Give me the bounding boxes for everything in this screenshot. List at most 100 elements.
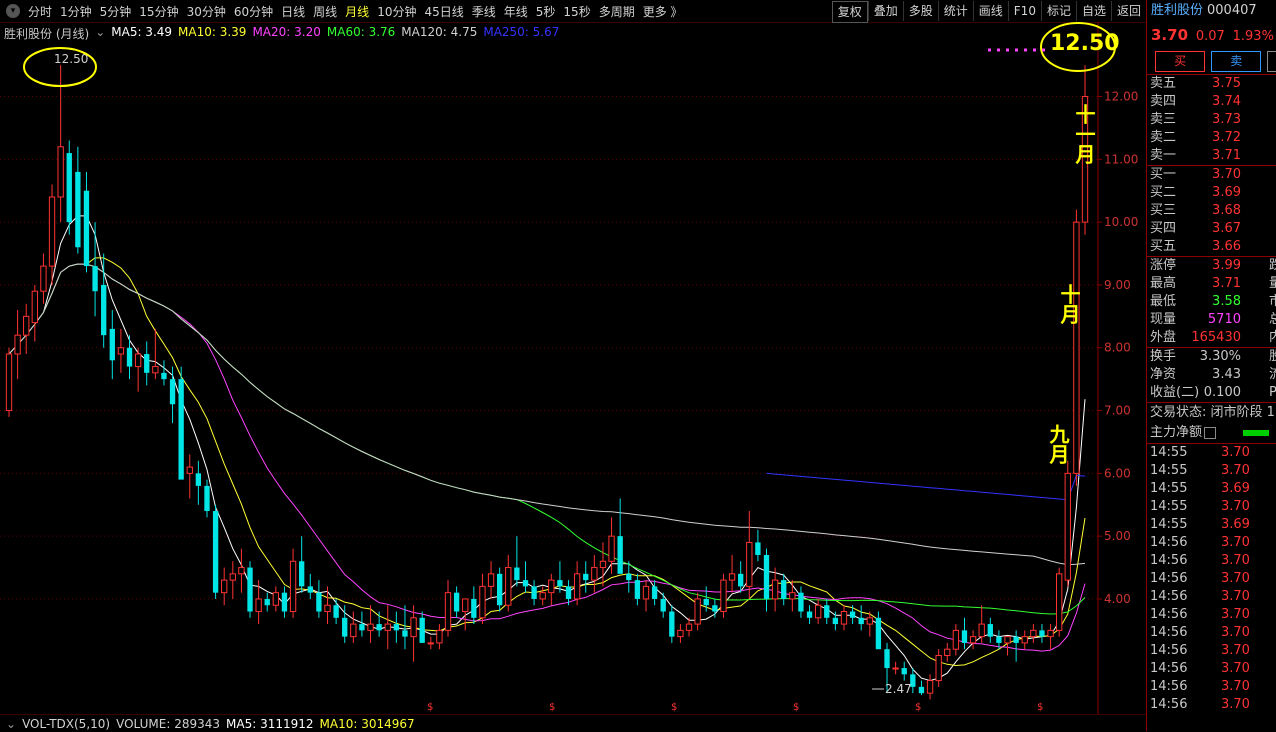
price-tick-label: 5.00 (1104, 529, 1131, 543)
stat-row: 最低 3.58 市 (1147, 293, 1276, 311)
toolbar-right-buttons: 复权 叠加 多股 统计 画线 F10 标记 自选 返回 (831, 0, 1146, 23)
candle (281, 586, 288, 618)
candle-body (565, 586, 572, 599)
tab-period[interactable]: 季线 (468, 3, 500, 20)
candle (514, 536, 520, 587)
candle (419, 611, 425, 643)
candle (57, 65, 64, 223)
candle (849, 605, 856, 625)
toolbar-button[interactable]: 叠加 (867, 1, 903, 21)
s-marker: $ (915, 702, 921, 713)
tab-period[interactable]: 30分钟 (183, 3, 230, 20)
period-toolbar: ▾ 分时 1分钟 5分钟 15分钟 30分钟 60分钟 日线 周线 月线 10分钟 45日线 季线 年线… (0, 0, 1146, 23)
candle (952, 624, 960, 656)
tab-period[interactable]: 10分钟 (373, 3, 420, 20)
orderbook-row[interactable]: 买五 3.66 (1147, 238, 1276, 256)
netflow-menu-icon[interactable] (1204, 426, 1217, 439)
candle-body (229, 573, 236, 581)
orderbook-row[interactable]: 卖三 3.73 (1147, 111, 1276, 129)
tab-period[interactable]: 多周期 (595, 3, 639, 20)
tab-period[interactable]: 60分钟 (230, 3, 277, 20)
orderbook-price: 3.73 (1212, 112, 1241, 127)
stat-row: 换手 3.30% 股 (1147, 348, 1276, 366)
stat-label: 净资 (1150, 367, 1177, 382)
candle-body (978, 623, 985, 638)
candle-body (771, 579, 779, 600)
candle (798, 586, 804, 618)
candle-body (1073, 221, 1080, 474)
candle (247, 561, 253, 618)
orderbook-row[interactable]: 卖四 3.74 (1147, 93, 1276, 111)
tab-period[interactable]: 5秒 (532, 3, 560, 20)
candle-body (471, 598, 477, 618)
tab-period[interactable]: 1分钟 (56, 3, 96, 20)
candle (109, 310, 115, 380)
tab-period[interactable]: 分时 (24, 3, 56, 20)
candle-body (832, 617, 839, 625)
settings-icon[interactable]: ▾ (6, 4, 20, 18)
candle (969, 630, 977, 650)
candle-body (342, 617, 348, 637)
toolbar-button[interactable]: 标记 (1040, 1, 1076, 21)
candle (531, 580, 537, 606)
orderbook-row[interactable]: 买一 3.70 (1147, 166, 1276, 184)
candle-body (1013, 636, 1019, 643)
stat-label: 外盘 (1150, 330, 1177, 345)
candle (858, 605, 864, 631)
orderbook-row[interactable]: 卖五 3.75 (1147, 75, 1276, 93)
tab-period[interactable]: 15分钟 (135, 3, 182, 20)
quote-title: 胜利股份 000407 (1147, 0, 1276, 22)
candle-body (617, 536, 623, 574)
orderbook-row[interactable]: 卖一 3.71 (1147, 147, 1276, 165)
tick-list[interactable]: 14:55 3.70 14:55 3.70 14:55 3.69 14:55 3.70 14:5… (1147, 444, 1276, 714)
toolbar-button[interactable]: 返回 (1110, 1, 1146, 21)
toolbar-button[interactable]: 多股 (902, 1, 938, 21)
candle-body (763, 554, 770, 599)
candle (634, 573, 641, 606)
bid-list: 买一 3.70 买二 3.69 买三 3.68 买四 3.67 买五 3.66 (1147, 166, 1276, 256)
orderbook-row[interactable]: 买三 3.68 (1147, 202, 1276, 220)
volume-collapse-icon[interactable]: ⌄ (6, 717, 16, 731)
tick-row: 14:56 3.70 (1147, 678, 1276, 696)
netflow-bar (1243, 430, 1269, 436)
tab-period[interactable]: 15秒 (559, 3, 594, 20)
candle-body (436, 629, 443, 644)
candle-body (522, 580, 529, 587)
candle-body (496, 573, 503, 606)
toolbar-button[interactable]: 统计 (937, 1, 973, 21)
candle-body (634, 580, 641, 599)
stat-label: 最高 (1150, 276, 1177, 291)
toolbar-button[interactable]: 复权 (831, 1, 868, 23)
orderbook-row[interactable]: 买二 3.69 (1147, 184, 1276, 202)
orderbook-row[interactable]: 买四 3.67 (1147, 220, 1276, 238)
tab-period[interactable]: 月线 (341, 3, 373, 20)
orderbook-price: 3.70 (1212, 167, 1241, 182)
stat-tail: 量 (1269, 275, 1276, 293)
more-trade-button[interactable] (1267, 50, 1276, 72)
candle-body (134, 353, 142, 368)
toolbar-button[interactable]: 自选 (1075, 1, 1111, 21)
candle (161, 360, 167, 386)
candle-body (918, 686, 925, 694)
tick-row: 14:56 3.70 (1147, 642, 1276, 660)
vol-value: VOLUME: 289343 (116, 716, 221, 731)
toolbar-button[interactable]: F10 (1007, 1, 1041, 21)
candle-body (427, 642, 434, 645)
candle (806, 605, 813, 625)
candle (186, 454, 193, 499)
tab-period[interactable]: 更多 》 (639, 3, 687, 20)
orderbook-row[interactable]: 卖二 3.72 (1147, 129, 1276, 147)
candle (522, 561, 529, 593)
stat-tail: 内 (1269, 329, 1276, 347)
tab-period[interactable]: 年线 (500, 3, 532, 20)
tab-period[interactable]: 日线 (277, 3, 309, 20)
tab-period[interactable]: 周线 (309, 3, 341, 20)
buy-button[interactable]: 买 (1155, 50, 1206, 72)
candle-body (453, 592, 460, 612)
sell-button[interactable]: 卖 (1211, 50, 1262, 72)
toolbar-button[interactable]: 画线 (972, 1, 1008, 21)
candle-body (419, 617, 425, 643)
candlestick-chart[interactable]: 12.0011.0010.009.008.007.006.005.004.00 … (0, 22, 1146, 714)
tab-period[interactable]: 5分钟 (96, 3, 136, 20)
tab-period[interactable]: 45日线 (420, 3, 467, 20)
